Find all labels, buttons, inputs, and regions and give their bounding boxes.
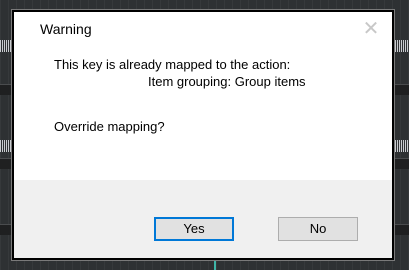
override-question: Override mapping? <box>54 119 165 134</box>
close-icon[interactable]: ✕ <box>360 18 382 40</box>
waveform <box>395 140 409 152</box>
no-button[interactable]: No <box>278 217 358 241</box>
warning-dialog: Warning ✕ This key is already mapped to … <box>12 10 394 260</box>
waveform <box>395 40 409 52</box>
yes-button[interactable]: Yes <box>154 217 234 241</box>
message-line-1: This key is already mapped to the action… <box>54 57 291 72</box>
message-line-2: Item grouping: Group items <box>148 74 306 89</box>
dialog-title: Warning <box>40 21 92 37</box>
dialog-titlebar[interactable]: Warning ✕ <box>14 12 392 52</box>
dialog-button-bar: Yes No <box>14 180 392 258</box>
